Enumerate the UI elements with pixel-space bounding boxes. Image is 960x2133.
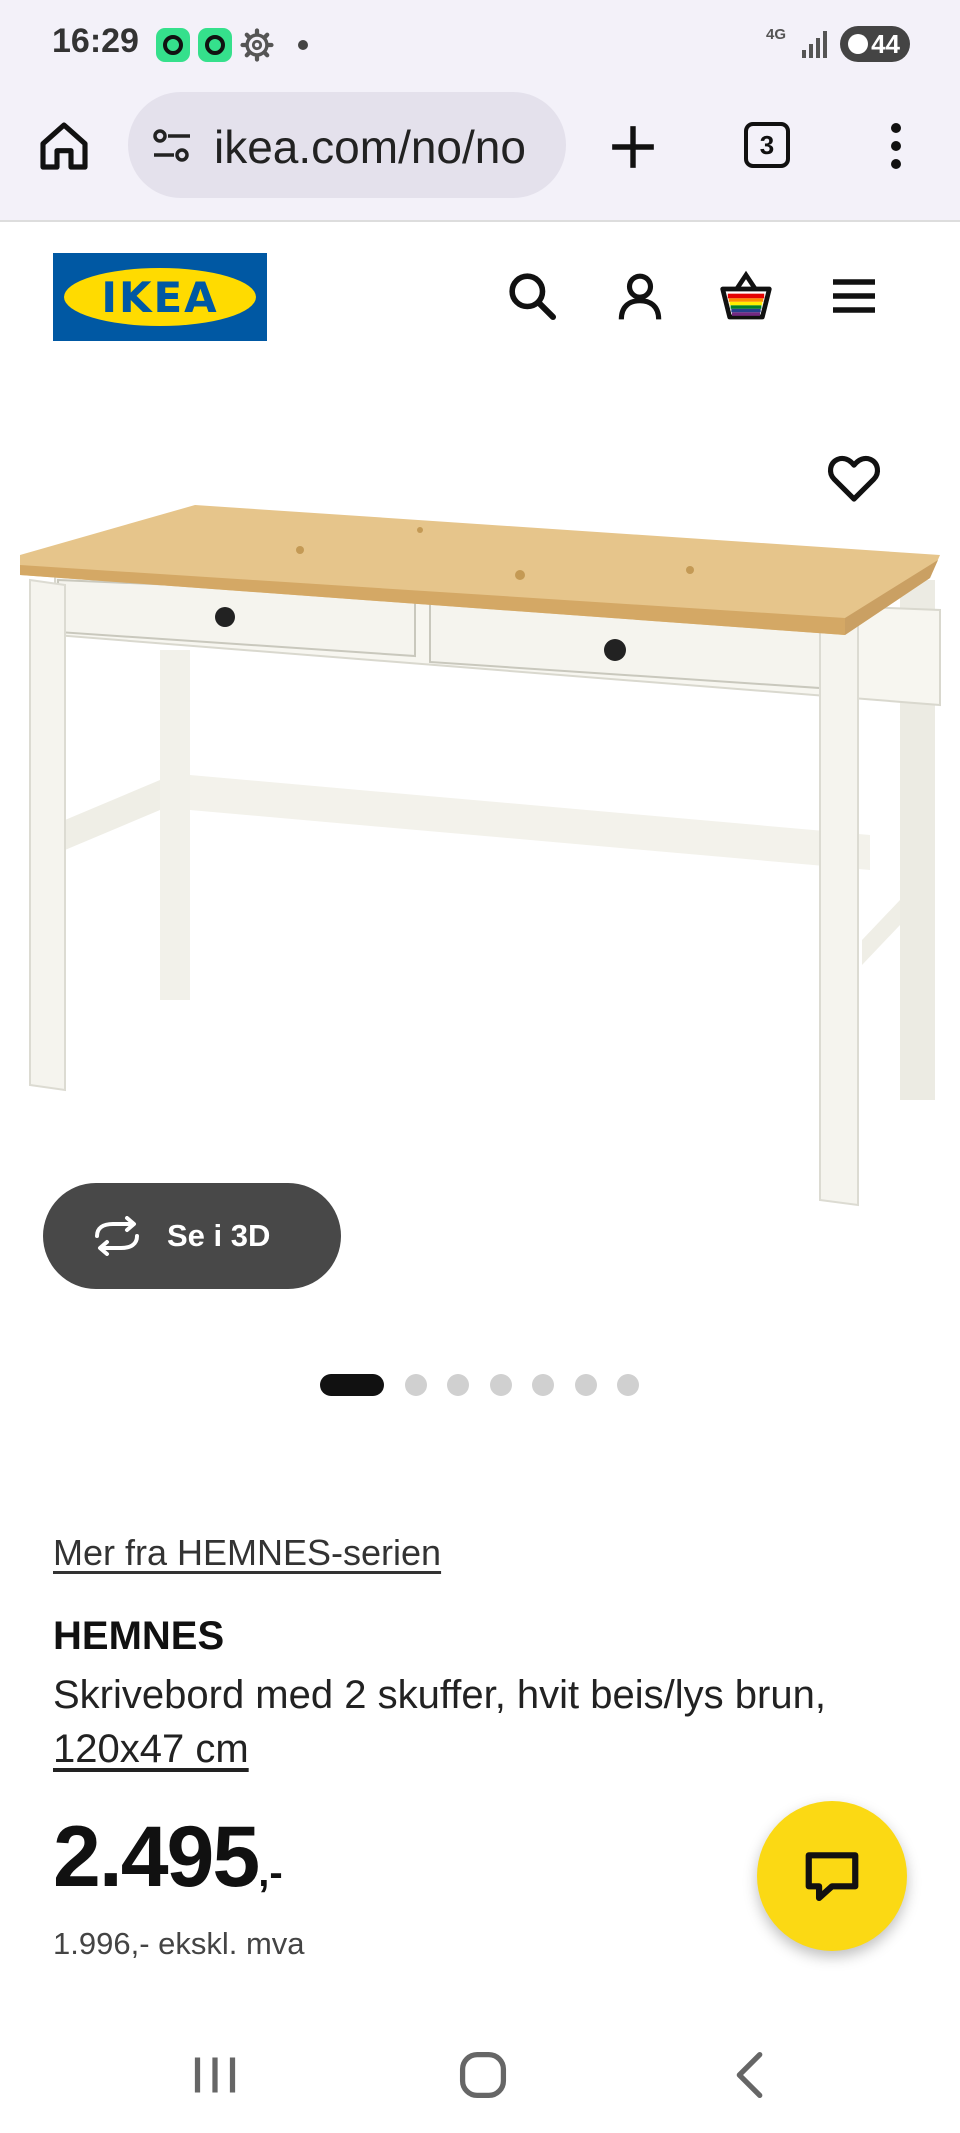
more-menu-icon[interactable] xyxy=(884,122,908,170)
home-icon[interactable] xyxy=(36,118,92,174)
status-time: 16:29 xyxy=(52,22,139,60)
carousel-dot[interactable] xyxy=(617,1374,639,1396)
home-circle-icon[interactable] xyxy=(448,2040,518,2110)
app-notification-icon xyxy=(198,28,232,62)
status-bar: 16:29 4G 44 xyxy=(0,0,960,88)
desk-front-leg-left xyxy=(29,578,66,1092)
system-nav-bar xyxy=(0,2020,960,2133)
product-description: Skrivebord med 2 skuffer, hvit beis/lys … xyxy=(53,1668,853,1776)
cart-icon[interactable] xyxy=(718,268,774,324)
notification-dot xyxy=(298,40,308,50)
desk-front-leg-right xyxy=(819,608,859,1207)
carousel-dot-active[interactable] xyxy=(320,1374,384,1396)
image-carousel-indicator xyxy=(0,1372,960,1396)
battery-level: 44 xyxy=(871,28,900,59)
new-tab-plus-icon[interactable] xyxy=(608,122,658,172)
site-settings-icon[interactable] xyxy=(152,128,192,164)
battery-icon: 44 xyxy=(840,26,910,62)
drawer-knob-right xyxy=(604,639,626,661)
price-ex-vat: 1.996,- ekskl. mva xyxy=(53,1926,305,1961)
carousel-dot[interactable] xyxy=(532,1374,554,1396)
product-image[interactable] xyxy=(0,400,960,1220)
carousel-dot[interactable] xyxy=(575,1374,597,1396)
app-notification-icon xyxy=(156,28,190,62)
browser-toolbar: ikea.com/no/no 3 xyxy=(0,88,960,222)
logo-text: IKEA xyxy=(101,272,219,322)
product-description-text: Skrivebord med 2 skuffer, hvit beis/lys … xyxy=(53,1673,826,1717)
settings-gear-icon xyxy=(240,28,274,62)
tab-count: 3 xyxy=(759,129,775,160)
rotate-3d-icon xyxy=(95,1216,139,1256)
series-link[interactable]: Mer fra HEMNES-serien xyxy=(53,1532,441,1574)
carousel-dot[interactable] xyxy=(490,1374,512,1396)
carousel-dot[interactable] xyxy=(405,1374,427,1396)
ikea-logo[interactable]: IKEA xyxy=(53,253,267,341)
view-3d-label: Se i 3D xyxy=(167,1218,271,1253)
signal-icon xyxy=(802,31,827,58)
price-suffix: ,- xyxy=(258,1851,283,1895)
chat-button[interactable] xyxy=(757,1801,907,1951)
search-icon[interactable] xyxy=(504,268,560,324)
desk-back-leg-left xyxy=(160,650,190,1000)
back-icon[interactable] xyxy=(716,2040,786,2110)
account-icon[interactable] xyxy=(612,268,668,324)
product-price: 2.495,- xyxy=(53,1808,283,1907)
product-name: HEMNES xyxy=(53,1614,225,1658)
power-saving-icon xyxy=(848,34,868,54)
url-text[interactable]: ikea.com/no/no xyxy=(214,120,526,174)
tabs-icon[interactable]: 3 xyxy=(744,122,790,168)
price-amount: 2.495 xyxy=(53,1809,260,1905)
size-link[interactable]: 120x47 cm xyxy=(53,1727,249,1771)
address-bar[interactable]: ikea.com/no/no xyxy=(128,92,566,198)
hamburger-menu-icon[interactable] xyxy=(826,268,882,324)
desk-stretcher xyxy=(190,775,870,870)
carousel-dot[interactable] xyxy=(447,1374,469,1396)
network-type: 4G xyxy=(766,26,787,43)
chat-bubble-icon xyxy=(805,1852,859,1902)
drawer-knob-left xyxy=(215,607,235,627)
favourite-heart-icon[interactable] xyxy=(826,452,882,504)
view-in-3d-button[interactable]: Se i 3D xyxy=(43,1183,341,1289)
recent-apps-icon[interactable] xyxy=(180,2040,250,2110)
